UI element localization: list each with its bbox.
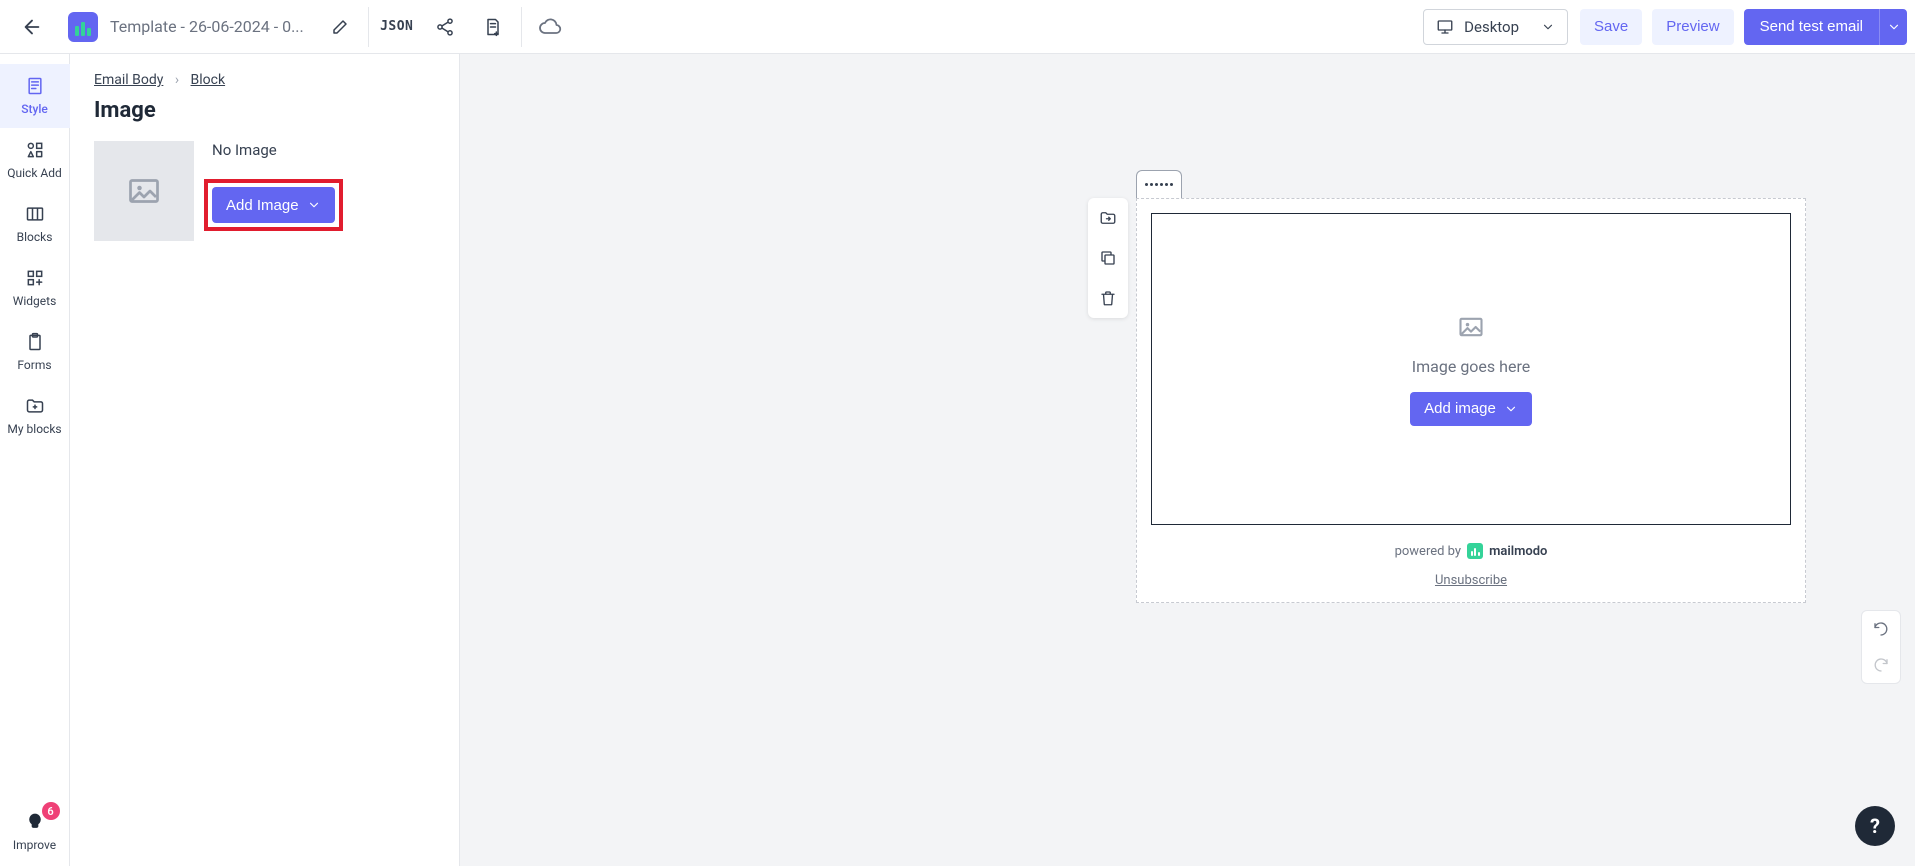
save-button[interactable]: Save xyxy=(1580,9,1642,45)
nav-label: Quick Add xyxy=(7,166,62,180)
lightbulb-icon xyxy=(25,812,45,832)
add-image-button[interactable]: Add Image xyxy=(212,187,335,223)
undo-button[interactable] xyxy=(1862,611,1900,647)
note-add-icon xyxy=(483,17,503,37)
help-icon: ? xyxy=(1870,814,1880,838)
back-button[interactable] xyxy=(8,3,56,51)
chevron-right-icon: › xyxy=(175,72,179,88)
divider xyxy=(368,7,369,47)
image-placeholder-text: Image goes here xyxy=(1412,357,1530,376)
divider xyxy=(521,7,522,47)
properties-panel: Email Body › Block Image No Image Add Im… xyxy=(70,54,460,866)
mailmodo-logo-icon xyxy=(1467,543,1483,559)
nav-label: Blocks xyxy=(17,230,53,244)
app-logo xyxy=(68,12,98,42)
clipboard-icon xyxy=(25,332,45,352)
nav-forms[interactable]: Forms xyxy=(0,320,70,384)
arrow-left-icon xyxy=(21,16,43,38)
unsubscribe-link[interactable]: Unsubscribe xyxy=(1435,573,1507,588)
desktop-icon xyxy=(1436,18,1454,36)
image-icon xyxy=(126,173,162,209)
share-icon xyxy=(435,17,455,37)
chevron-down-icon xyxy=(1887,20,1901,34)
send-test-group: Send test email xyxy=(1744,9,1907,45)
image-icon xyxy=(1457,313,1485,341)
powered-by: powered by mailmodo xyxy=(1151,543,1791,559)
copy-icon xyxy=(1099,249,1117,267)
json-button[interactable]: JSON xyxy=(373,3,421,51)
widgets-icon xyxy=(25,268,45,288)
canvas-add-image-button[interactable]: Add image xyxy=(1410,392,1532,426)
block-toolbar xyxy=(1088,198,1128,318)
no-image-label: No Image xyxy=(212,141,335,159)
send-dropdown-button[interactable] xyxy=(1879,9,1907,45)
app-header: Template - 26-06-2024 - 0... JSON Deskto… xyxy=(0,0,1915,54)
nav-label: My blocks xyxy=(7,422,61,436)
trash-icon xyxy=(1099,289,1117,307)
nav-label: Style xyxy=(21,102,48,116)
nav-my-blocks[interactable]: My blocks xyxy=(0,384,70,448)
brand-name: mailmodo xyxy=(1489,544,1547,559)
rename-button[interactable] xyxy=(316,3,364,51)
image-block[interactable]: Image goes here Add image xyxy=(1151,213,1791,525)
email-body-container[interactable]: Image goes here Add image powered by mai… xyxy=(1136,198,1806,603)
nav-quick-add[interactable]: Quick Add xyxy=(0,128,70,192)
columns-icon xyxy=(25,204,45,224)
redo-button[interactable] xyxy=(1862,647,1900,683)
chevron-down-icon xyxy=(307,198,321,212)
add-image-label: Add Image xyxy=(226,197,299,214)
nav-blocks[interactable]: Blocks xyxy=(0,192,70,256)
chevron-down-icon xyxy=(1541,20,1555,34)
cloud-sync-button[interactable] xyxy=(526,3,574,51)
nav-label: Widgets xyxy=(13,294,57,308)
undo-icon xyxy=(1872,620,1890,638)
panel-title: Image xyxy=(94,98,435,123)
move-to-folder-button[interactable] xyxy=(1088,198,1128,238)
nav-label: Forms xyxy=(17,358,51,372)
send-test-button[interactable]: Send test email xyxy=(1744,9,1879,45)
improve-badge: 6 xyxy=(42,802,60,820)
block-drag-handle[interactable] xyxy=(1136,170,1182,198)
style-icon xyxy=(25,76,45,96)
breadcrumb: Email Body › Block xyxy=(94,72,435,88)
note-add-button[interactable] xyxy=(469,3,517,51)
folder-move-icon xyxy=(1099,209,1117,227)
cloud-icon xyxy=(538,15,562,39)
canvas-add-image-label: Add image xyxy=(1424,400,1496,417)
nav-widgets[interactable]: Widgets xyxy=(0,256,70,320)
pencil-icon xyxy=(331,18,349,36)
left-nav: Style Quick Add Blocks Widgets Forms My … xyxy=(0,54,70,866)
viewport-select[interactable]: Desktop xyxy=(1423,9,1568,45)
folder-add-icon xyxy=(25,396,45,416)
nav-style[interactable]: Style xyxy=(0,64,70,128)
template-name: Template - 26-06-2024 - 0... xyxy=(110,17,304,36)
shapes-icon xyxy=(25,140,45,160)
crumb-email-body[interactable]: Email Body xyxy=(94,72,163,88)
duplicate-button[interactable] xyxy=(1088,238,1128,278)
redo-icon xyxy=(1872,656,1890,674)
share-button[interactable] xyxy=(421,3,469,51)
crumb-block[interactable]: Block xyxy=(191,72,226,88)
help-button[interactable]: ? xyxy=(1855,806,1895,846)
viewport-label: Desktop xyxy=(1464,18,1519,36)
nav-improve[interactable]: 6 Improve xyxy=(0,798,70,866)
nav-label: Improve xyxy=(13,838,56,852)
preview-button[interactable]: Preview xyxy=(1652,9,1733,45)
delete-button[interactable] xyxy=(1088,278,1128,318)
powered-by-text: powered by xyxy=(1395,544,1462,559)
history-toolbar xyxy=(1861,610,1901,684)
chevron-down-icon xyxy=(1504,402,1518,416)
image-thumbnail-placeholder xyxy=(94,141,194,241)
json-icon: JSON xyxy=(380,19,413,34)
canvas: Image goes here Add image powered by mai… xyxy=(460,54,1915,866)
